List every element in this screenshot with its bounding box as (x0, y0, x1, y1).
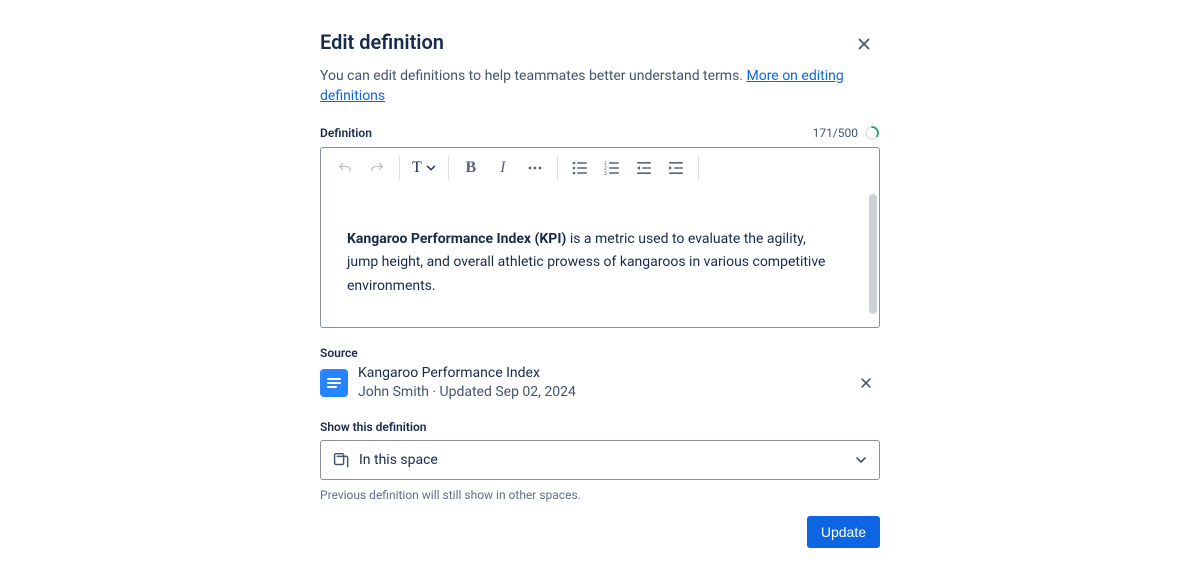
document-icon (320, 369, 348, 397)
chevron-down-icon (424, 161, 438, 175)
dialog-subtitle: You can edit definitions to help teammat… (320, 66, 880, 107)
indent-icon (667, 159, 685, 177)
pages-icon (331, 451, 349, 469)
toolbar-separator (698, 156, 699, 180)
close-icon (859, 376, 873, 390)
redo-button[interactable] (361, 152, 393, 184)
remove-source-button[interactable] (852, 369, 880, 397)
undo-button[interactable] (329, 152, 361, 184)
edit-definition-dialog: Edit definition You can edit definitions… (320, 22, 880, 548)
definition-textarea[interactable]: Kangaroo Performance Index (KPI) is a me… (321, 188, 879, 327)
bold-icon: B (465, 159, 476, 177)
indent-button[interactable] (660, 152, 692, 184)
undo-icon (336, 159, 354, 177)
definition-label: Definition (320, 126, 372, 140)
redo-icon (368, 159, 386, 177)
bullet-list-icon (571, 159, 589, 177)
italic-icon: I (500, 159, 505, 177)
toolbar-separator (448, 156, 449, 180)
toolbar-separator (399, 156, 400, 180)
editor-toolbar: T B I 123 (321, 148, 879, 188)
italic-button[interactable]: I (487, 152, 519, 184)
numbered-list-button[interactable]: 123 (596, 152, 628, 184)
outdent-icon (635, 159, 653, 177)
scope-selected-value: In this space (359, 452, 843, 468)
editor-scrollbar[interactable] (869, 194, 877, 314)
definition-editor: T B I 123 (320, 147, 880, 328)
scope-select[interactable]: In this space (320, 440, 880, 480)
toolbar-separator (557, 156, 558, 180)
outdent-button[interactable] (628, 152, 660, 184)
text-style-dropdown[interactable]: T (406, 152, 442, 184)
source-meta: John Smith · Updated Sep 02, 2024 (358, 383, 842, 402)
char-counter: 171/500 (813, 125, 880, 141)
source-item: Kangaroo Performance Index John Smith · … (320, 360, 880, 404)
scope-label: Show this definition (320, 420, 880, 434)
subtitle-text: You can edit definitions to help teammat… (320, 68, 746, 84)
scope-helper-text: Previous definition will still show in o… (320, 488, 880, 502)
close-icon (856, 36, 872, 52)
more-formatting-button[interactable] (519, 152, 551, 184)
dialog-title: Edit definition (320, 30, 444, 54)
char-counter-ring-icon (864, 125, 880, 141)
bold-button[interactable]: B (455, 152, 487, 184)
svg-text:3: 3 (604, 171, 607, 177)
source-label: Source (320, 346, 880, 360)
bullet-list-button[interactable] (564, 152, 596, 184)
chevron-down-icon (853, 452, 869, 468)
source-title: Kangaroo Performance Index (358, 364, 842, 383)
numbered-list-icon: 123 (603, 159, 621, 177)
update-button[interactable]: Update (807, 516, 880, 548)
more-horizontal-icon (527, 160, 543, 176)
definition-text: Kangaroo Performance Index (KPI) is a me… (347, 228, 839, 299)
definition-bold: Kangaroo Performance Index (KPI) (347, 231, 566, 247)
close-button[interactable] (848, 28, 880, 60)
char-counter-text: 171/500 (813, 126, 858, 140)
text-style-icon: T (412, 159, 422, 177)
